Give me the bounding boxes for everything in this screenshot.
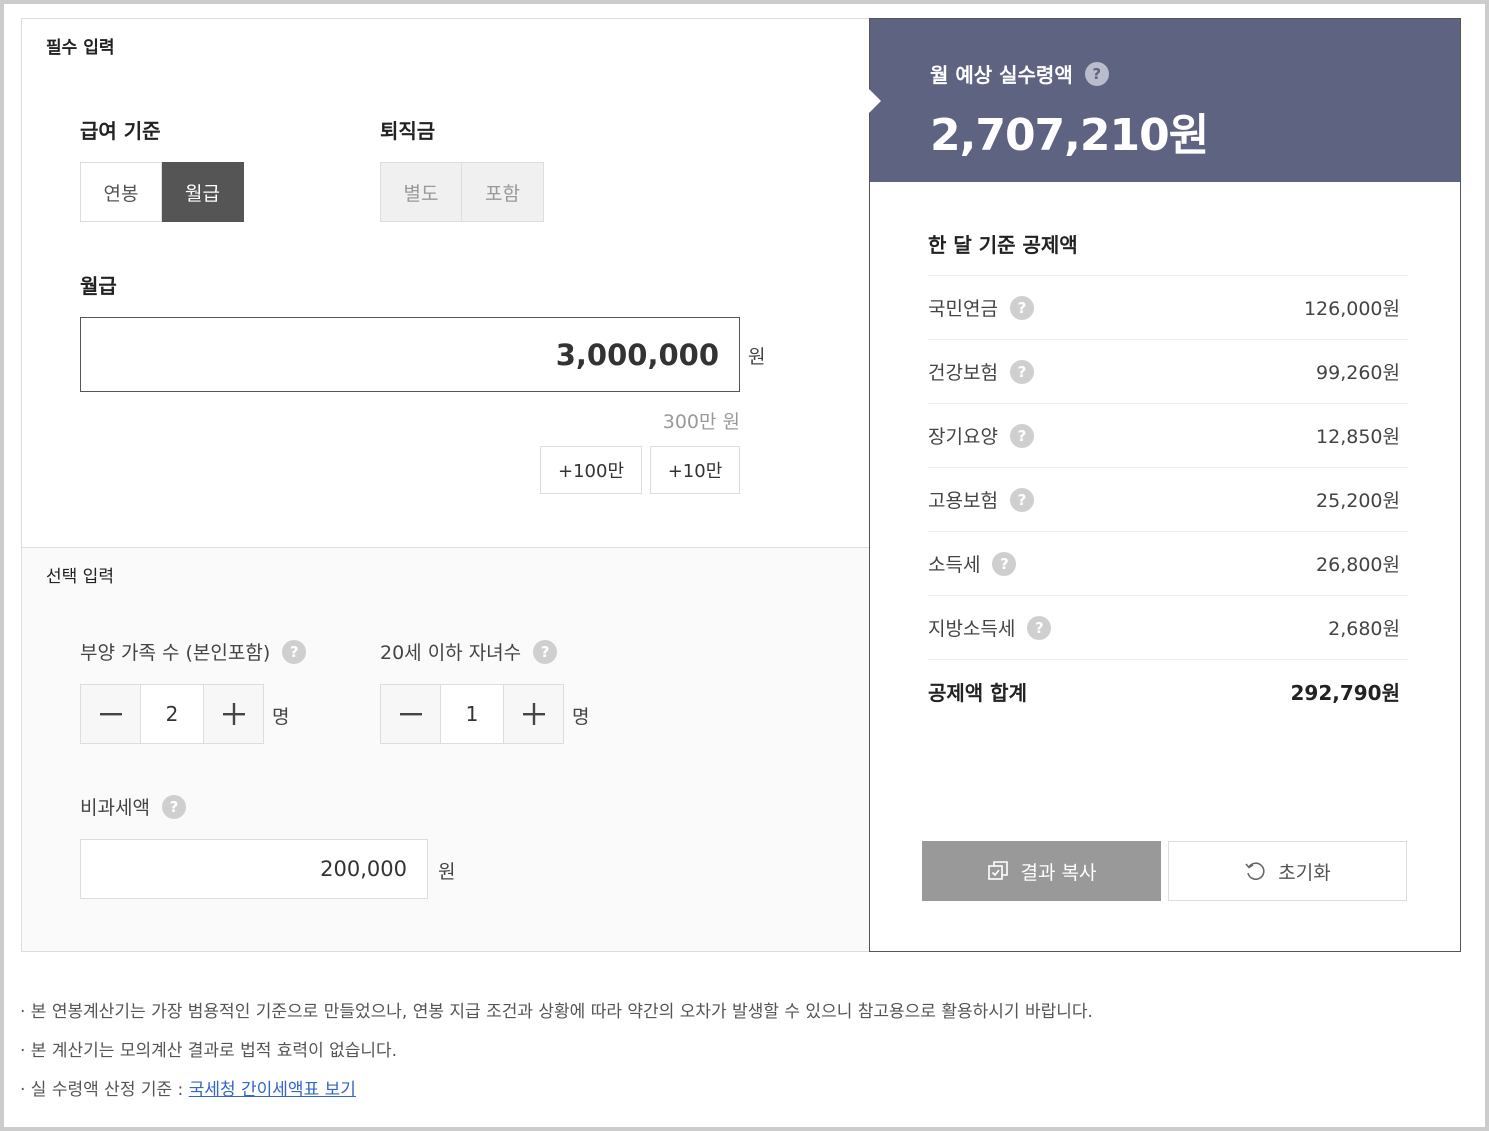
reset-button[interactable]: 초기화 (1168, 841, 1407, 901)
children-label-text: 20세 이하 자녀수 (380, 642, 522, 664)
dependents-increment-button[interactable] (204, 685, 263, 743)
dependents-decrement-button[interactable] (81, 685, 140, 743)
children-increment-button[interactable] (504, 685, 563, 743)
children-help-icon[interactable]: ? (533, 639, 558, 664)
reset-label: 초기화 (1278, 861, 1331, 884)
note-line-prefix: · 실 수령액 산정 기준 : (20, 1080, 189, 1100)
net-pay-amount: 2,707,210원 (930, 110, 1209, 161)
net-pay-help-icon[interactable]: ? (1084, 61, 1109, 86)
deduction-name: 국민연금 (928, 298, 998, 320)
deduction-value: 26,800원 (1316, 554, 1400, 576)
nontaxable-unit: 원 (438, 861, 456, 883)
pay-basis-annual-option[interactable]: 연봉 (80, 162, 162, 222)
minus-icon (99, 713, 122, 716)
salary-label: 월급 (80, 274, 117, 298)
pay-basis-label: 급여 기준 (80, 119, 161, 143)
deduction-list: 국민연금? 126,000원 건강보험? 99,260원 장기요양? 12,85… (928, 275, 1408, 723)
copy-result-label: 결과 복사 (1020, 861, 1097, 884)
nontaxable-label: 비과세액 ? (80, 793, 186, 820)
deduction-row-health: 건강보험? 99,260원 (928, 339, 1408, 403)
severance-included-option[interactable]: 포함 (462, 162, 544, 222)
health-help-icon[interactable]: ? (1009, 359, 1034, 384)
deduction-value: 25,200원 (1316, 490, 1400, 512)
add-1m-button[interactable]: +100만 (540, 446, 642, 494)
nontaxable-label-text: 비과세액 (80, 797, 150, 819)
reset-icon (1245, 862, 1265, 880)
result-header: 월 예상 실수령액 ? 2,707,210원 (869, 19, 1460, 182)
note-line: · 본 연봉계산기는 가장 범용적인 기준으로 만들었으나, 연봉 지급 조건과… (20, 1002, 1093, 1022)
salary-input[interactable]: 3,000,000 (80, 317, 740, 392)
deduction-row-pension: 국민연금? 126,000원 (928, 275, 1408, 339)
deduction-name: 지방소득세 (928, 618, 1016, 640)
add-100k-button[interactable]: +10만 (650, 446, 740, 494)
required-section: 필수 입력 급여 기준 연봉 월급 퇴직금 별도 포함 월급 3,000,000… (22, 19, 869, 547)
employment-help-icon[interactable]: ? (1009, 487, 1034, 512)
dependents-help-icon[interactable]: ? (282, 639, 307, 664)
deduction-title: 한 달 기준 공제액 (928, 233, 1078, 257)
children-label: 20세 이하 자녀수 ? (380, 638, 558, 665)
deduction-value: 2,680원 (1328, 618, 1400, 640)
longterm-care-help-icon[interactable]: ? (1009, 423, 1034, 448)
income-tax-help-icon[interactable]: ? (992, 551, 1017, 576)
note-line: · 본 계산기는 모의계산 결과로 법적 효력이 없습니다. (20, 1041, 398, 1061)
copy-result-button[interactable]: 결과 복사 (922, 841, 1161, 901)
net-pay-label: 월 예상 실수령액 ? (930, 59, 1109, 88)
dependents-label: 부양 가족 수 (본인포함) ? (80, 638, 307, 665)
deduction-name: 소득세 (928, 554, 981, 576)
deduction-row-longterm-care: 장기요양? 12,850원 (928, 403, 1408, 467)
severance-separate-option[interactable]: 별도 (380, 162, 462, 222)
severance-label: 퇴직금 (380, 119, 436, 143)
salary-unit: 원 (748, 346, 766, 368)
deduction-value: 12,850원 (1316, 426, 1400, 448)
pay-basis-toggle: 연봉 월급 (80, 162, 244, 222)
nontaxable-help-icon[interactable]: ? (161, 794, 186, 819)
local-tax-help-icon[interactable]: ? (1027, 615, 1052, 640)
result-panel: 월 예상 실수령액 ? 2,707,210원 한 달 기준 공제액 국민연금? … (869, 18, 1461, 952)
dependents-value[interactable]: 2 (140, 685, 204, 743)
deduction-row-income-tax: 소득세? 26,800원 (928, 531, 1408, 595)
result-pointer (869, 89, 881, 113)
pension-help-icon[interactable]: ? (1009, 295, 1034, 320)
deduction-value: 99,260원 (1316, 362, 1400, 384)
deduction-row-local-tax: 지방소득세? 2,680원 (928, 595, 1408, 659)
minus-icon (399, 713, 422, 716)
deduction-name: 고용보험 (928, 490, 998, 512)
optional-section-title: 선택 입력 (46, 567, 114, 587)
deduction-row-total: 공제액 합계 292,790원 (928, 659, 1408, 723)
deduction-value: 126,000원 (1303, 298, 1400, 320)
deduction-name: 건강보험 (928, 362, 998, 384)
dependents-label-text: 부양 가족 수 (본인포함) (80, 642, 271, 664)
severance-toggle: 별도 포함 (380, 162, 544, 222)
pay-basis-monthly-option[interactable]: 월급 (162, 162, 244, 222)
deduction-total-value: 292,790원 (1290, 681, 1401, 705)
children-unit: 명 (572, 706, 590, 728)
tax-table-link[interactable]: 국세청 간이세액표 보기 (189, 1080, 356, 1100)
children-value[interactable]: 1 (440, 685, 504, 743)
salary-calculator: 필수 입력 급여 기준 연봉 월급 퇴직금 별도 포함 월급 3,000,000… (21, 18, 1461, 952)
plus-icon (522, 703, 545, 725)
dependents-stepper: 2 (80, 684, 264, 744)
salary-helper-text: 300만 원 (662, 411, 740, 433)
disclaimer-notes: · 본 연봉계산기는 가장 범용적인 기준으로 만들었으나, 연봉 지급 조건과… (20, 998, 1093, 1115)
nontaxable-input[interactable]: 200,000 (80, 839, 428, 899)
children-stepper: 1 (380, 684, 564, 744)
deduction-total-label: 공제액 합계 (928, 681, 1027, 705)
dependents-unit: 명 (272, 706, 290, 728)
copy-icon (987, 861, 1008, 880)
net-pay-label-text: 월 예상 실수령액 (930, 63, 1073, 87)
deduction-name: 장기요양 (928, 426, 998, 448)
note-line: · 실 수령액 산정 기준 : 국세청 간이세액표 보기 (20, 1076, 1093, 1115)
deduction-row-employment: 고용보험? 25,200원 (928, 467, 1408, 531)
required-section-title: 필수 입력 (46, 38, 115, 58)
input-panel: 필수 입력 급여 기준 연봉 월급 퇴직금 별도 포함 월급 3,000,000… (21, 18, 869, 952)
plus-icon (222, 703, 245, 725)
children-decrement-button[interactable] (381, 685, 440, 743)
